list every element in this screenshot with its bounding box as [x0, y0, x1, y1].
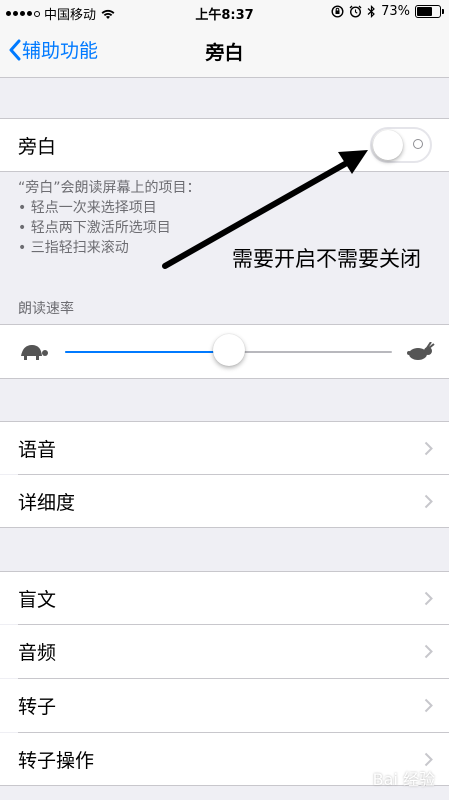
toggle-off-indicator-icon: [413, 139, 423, 149]
list-item-braille[interactable]: 盲文: [0, 571, 449, 624]
item-label: 语音: [18, 438, 57, 461]
chevron-right-icon: [424, 591, 433, 605]
annotation-text: 需要开启不需要关闭: [232, 247, 421, 271]
footer-line: • 三指轻扫来滚动: [18, 240, 129, 256]
bluetooth-icon: [367, 5, 375, 18]
chevron-right-icon: [424, 644, 433, 659]
list-item-audio[interactable]: 音频: [0, 625, 449, 678]
voiceover-row: 旁白: [0, 118, 449, 172]
toggle-knob: [373, 130, 403, 160]
item-label: 音频: [18, 642, 57, 664]
turtle-icon: [21, 345, 48, 360]
rabbit-icon: [407, 342, 435, 360]
chevron-right-icon: [424, 441, 433, 455]
battery-percent: 73%: [381, 4, 410, 19]
item-label: 盲文: [18, 588, 57, 611]
voiceover-footer: “旁白”会朗读屏幕上的项目： • 轻点一次来选择项目 • 轻点两下激活所选项目 …: [18, 178, 201, 258]
speaking-rate-header: 朗读速率: [18, 301, 74, 317]
chevron-right-icon: [424, 494, 433, 508]
page-title: 旁白: [205, 42, 244, 64]
item-label: 详细度: [18, 491, 76, 514]
item-label: 转子: [18, 696, 57, 718]
chevron-right-icon: [424, 752, 433, 766]
alarm-icon: [349, 5, 362, 18]
list-item-speech[interactable]: 语音: [0, 421, 449, 474]
footer-line: • 轻点两下激活所选项目: [18, 220, 171, 236]
list-item-verbosity[interactable]: 详细度: [0, 475, 449, 528]
list-item-rotor[interactable]: 转子: [0, 679, 449, 732]
footer-line: “旁白”会朗读屏幕上的项目：: [18, 180, 201, 196]
status-right: 73%: [331, 4, 444, 19]
voiceover-label: 旁白: [18, 135, 57, 158]
slider-fill: [65, 351, 229, 353]
voiceover-toggle[interactable]: [370, 127, 432, 163]
slider-thumb[interactable]: [213, 334, 245, 366]
navigation-bar: 辅助功能 旁白: [0, 24, 449, 78]
chevron-right-icon: [424, 698, 433, 713]
rotation-lock-icon: [331, 5, 344, 18]
watermark: Bai 经验: [372, 770, 435, 789]
footer-line: • 轻点一次来选择项目: [18, 200, 157, 216]
item-label: 转子操作: [18, 749, 95, 772]
battery-icon: [415, 5, 444, 18]
status-bar: 中国移动 上午8:37 73%: [0, 0, 449, 24]
